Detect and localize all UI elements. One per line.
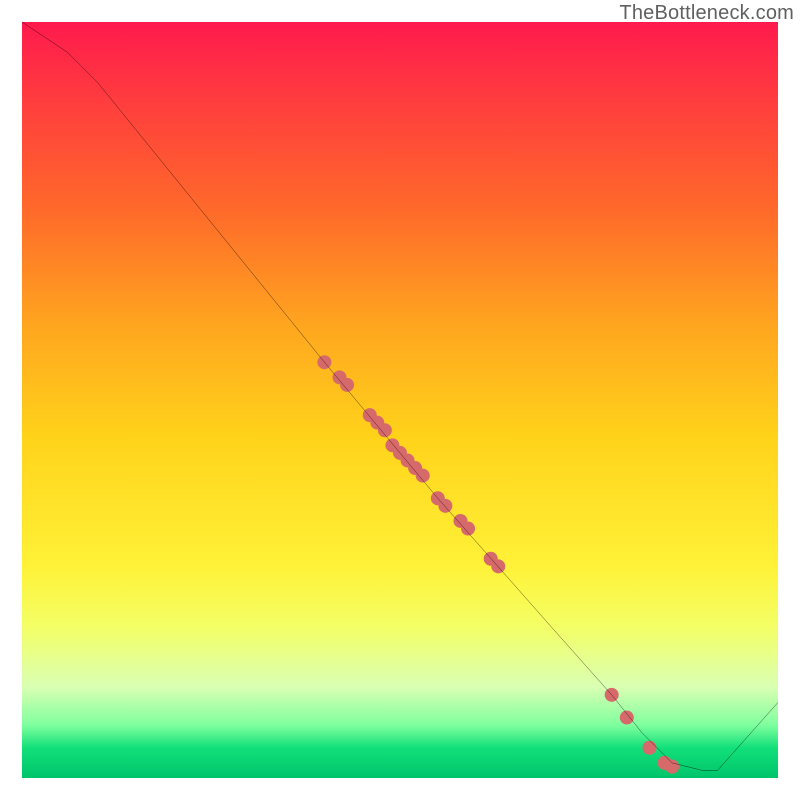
chart-marker <box>642 741 656 755</box>
chart-marker <box>340 378 354 392</box>
watermark-text: TheBottleneck.com <box>619 2 794 25</box>
chart-marker <box>665 760 679 774</box>
chart-line <box>22 22 778 770</box>
chart-marker <box>461 522 475 536</box>
chart-marker <box>416 469 430 483</box>
chart-marker <box>438 499 452 513</box>
chart-marker <box>378 423 392 437</box>
chart-overlay-svg <box>22 22 778 778</box>
chart-markers-group <box>317 355 679 773</box>
chart-marker <box>620 711 634 725</box>
chart-stage: TheBottleneck.com <box>0 0 800 800</box>
